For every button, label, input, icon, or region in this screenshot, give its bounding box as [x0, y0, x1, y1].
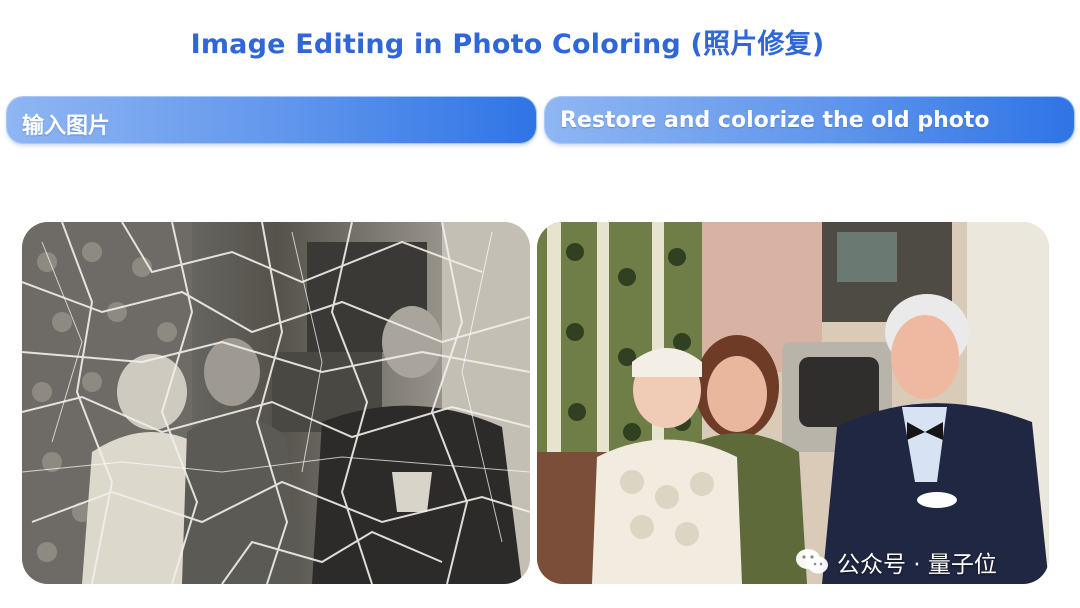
wechat-icon — [796, 549, 828, 574]
input-old-photo — [22, 222, 530, 584]
output-colorized-photo — [537, 222, 1049, 584]
watermark: 公众号 · 量子位 — [795, 545, 997, 579]
output-image-label: Restore and colorize the old photo — [545, 97, 1074, 143]
input-image-label: 输入图片 — [7, 97, 536, 143]
watermark-text: 公众号 · 量子位 — [837, 552, 997, 578]
page-title: Image Editing in Photo Coloring (照片修复) — [190, 29, 825, 60]
